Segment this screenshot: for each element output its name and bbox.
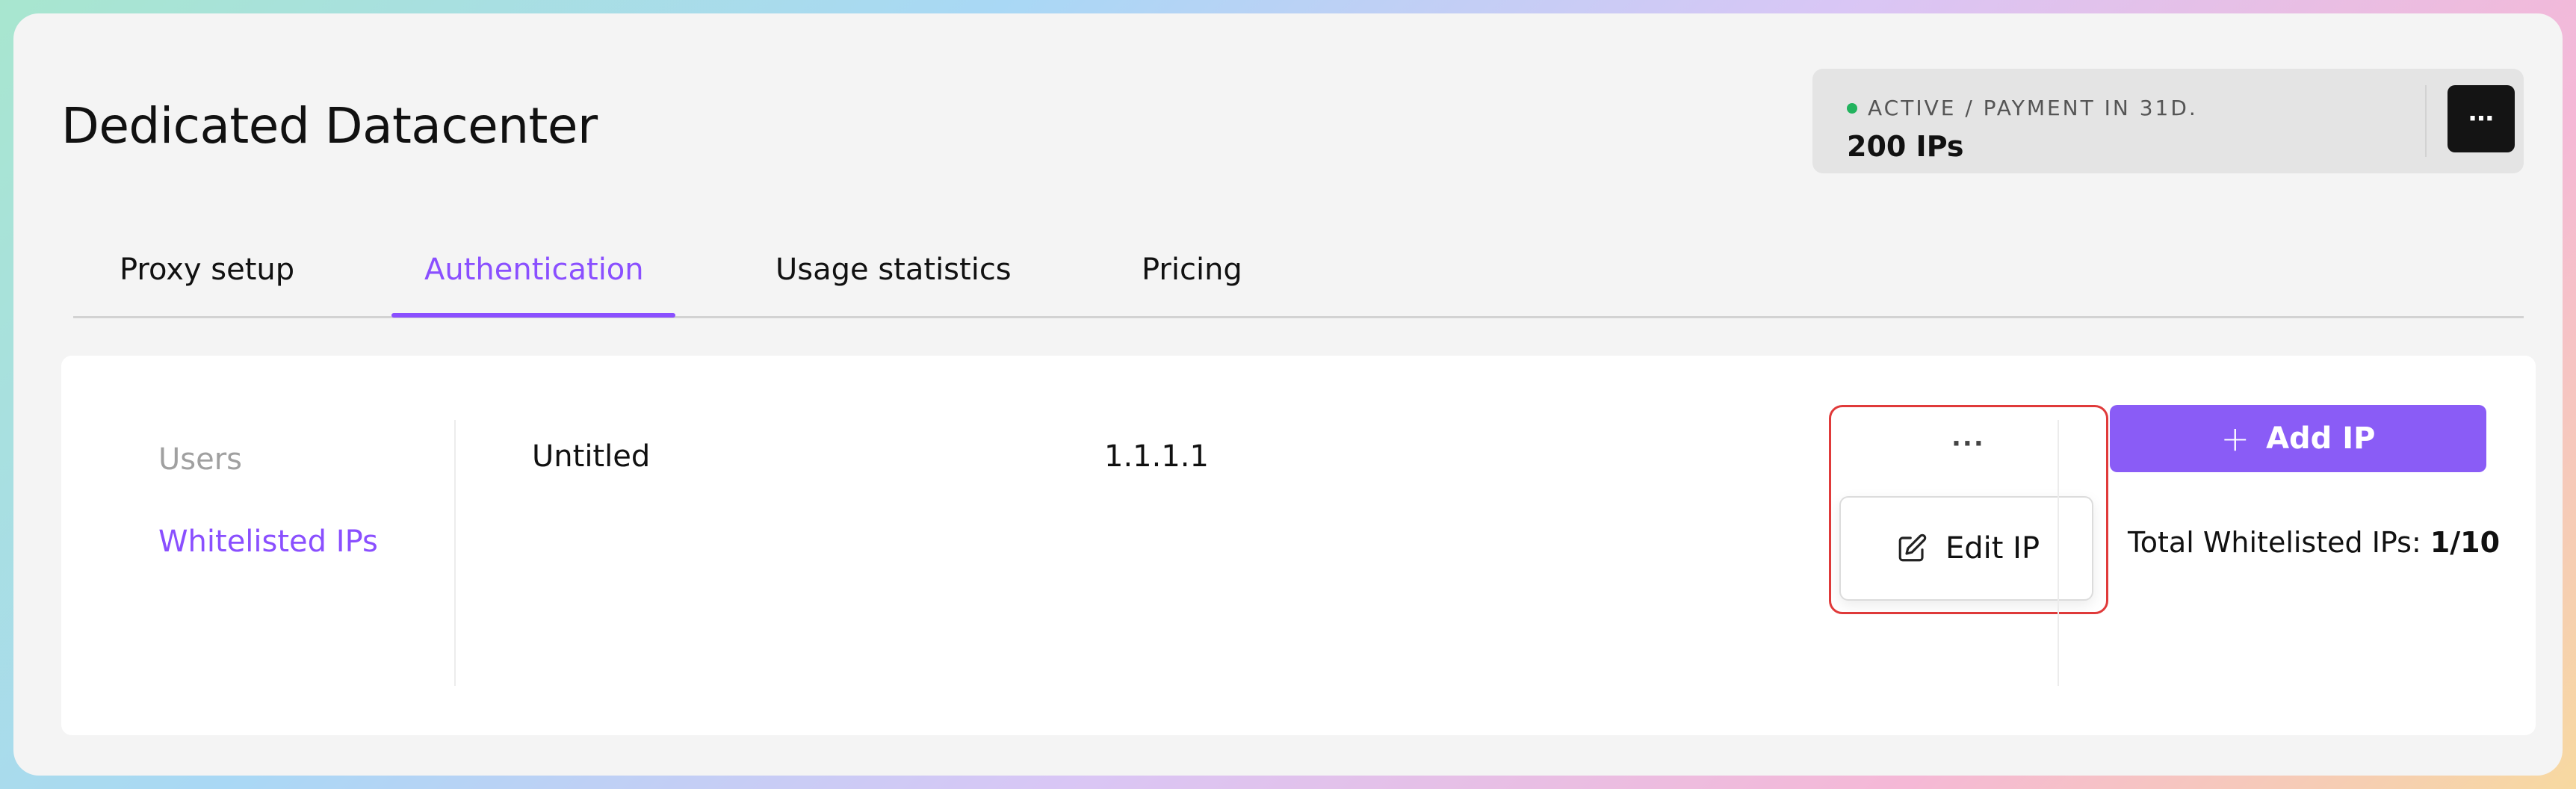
plus-icon: + (2220, 418, 2250, 459)
total-label: Total Whitelisted IPs: (2128, 526, 2430, 559)
sidebar-item-whitelisted-ips[interactable]: Whitelisted IPs (158, 525, 378, 559)
tab-proxy-setup[interactable]: Proxy setup (120, 253, 294, 287)
row-actions-dropdown: Edit IP (1839, 496, 2093, 601)
plan-status-card: ACTIVE / PAYMENT IN 31D. 200 IPs ⋯ (1812, 69, 2524, 173)
tab-bar: Proxy setup Authentication Usage statist… (73, 238, 2524, 318)
card-divider (2425, 85, 2427, 157)
status-line: ACTIVE / PAYMENT IN 31D. (1847, 96, 2198, 120)
add-ip-button[interactable]: + Add IP (2110, 405, 2486, 472)
plan-ip-count: 200 IPs (1847, 130, 1964, 163)
sidebar-divider (454, 420, 456, 686)
active-tab-indicator (391, 313, 675, 318)
edit-ip-menu-item[interactable]: Edit IP (1945, 531, 2040, 566)
row-more-button[interactable]: ··· (1951, 429, 1985, 459)
edit-icon (1898, 533, 1927, 562)
tab-pricing[interactable]: Pricing (1142, 253, 1242, 287)
authentication-panel: Users Whitelisted IPs Untitled 1.1.1.1 ·… (61, 356, 2536, 735)
total-value: 1/10 (2430, 526, 2501, 559)
total-whitelisted-ips: Total Whitelisted IPs: 1/10 (2128, 526, 2500, 559)
tab-usage-statistics[interactable]: Usage statistics (775, 253, 1012, 287)
tab-authentication[interactable]: Authentication (424, 253, 644, 287)
plan-more-button[interactable]: ⋯ (2447, 85, 2515, 152)
ip-name-cell: Untitled (532, 439, 651, 474)
app-window: Dedicated Datacenter ACTIVE / PAYMENT IN… (13, 13, 2563, 776)
ip-address-cell: 1.1.1.1 (1104, 439, 1209, 474)
add-ip-label: Add IP (2266, 421, 2376, 456)
actions-divider (2058, 420, 2059, 686)
sidebar-item-users[interactable]: Users (158, 442, 242, 477)
status-dot-icon (1847, 102, 1857, 114)
more-horizontal-icon: ⋯ (2468, 104, 2494, 134)
page-title: Dedicated Datacenter (61, 97, 598, 155)
plan-status-text: ACTIVE / PAYMENT IN 31D. (1868, 96, 2198, 120)
